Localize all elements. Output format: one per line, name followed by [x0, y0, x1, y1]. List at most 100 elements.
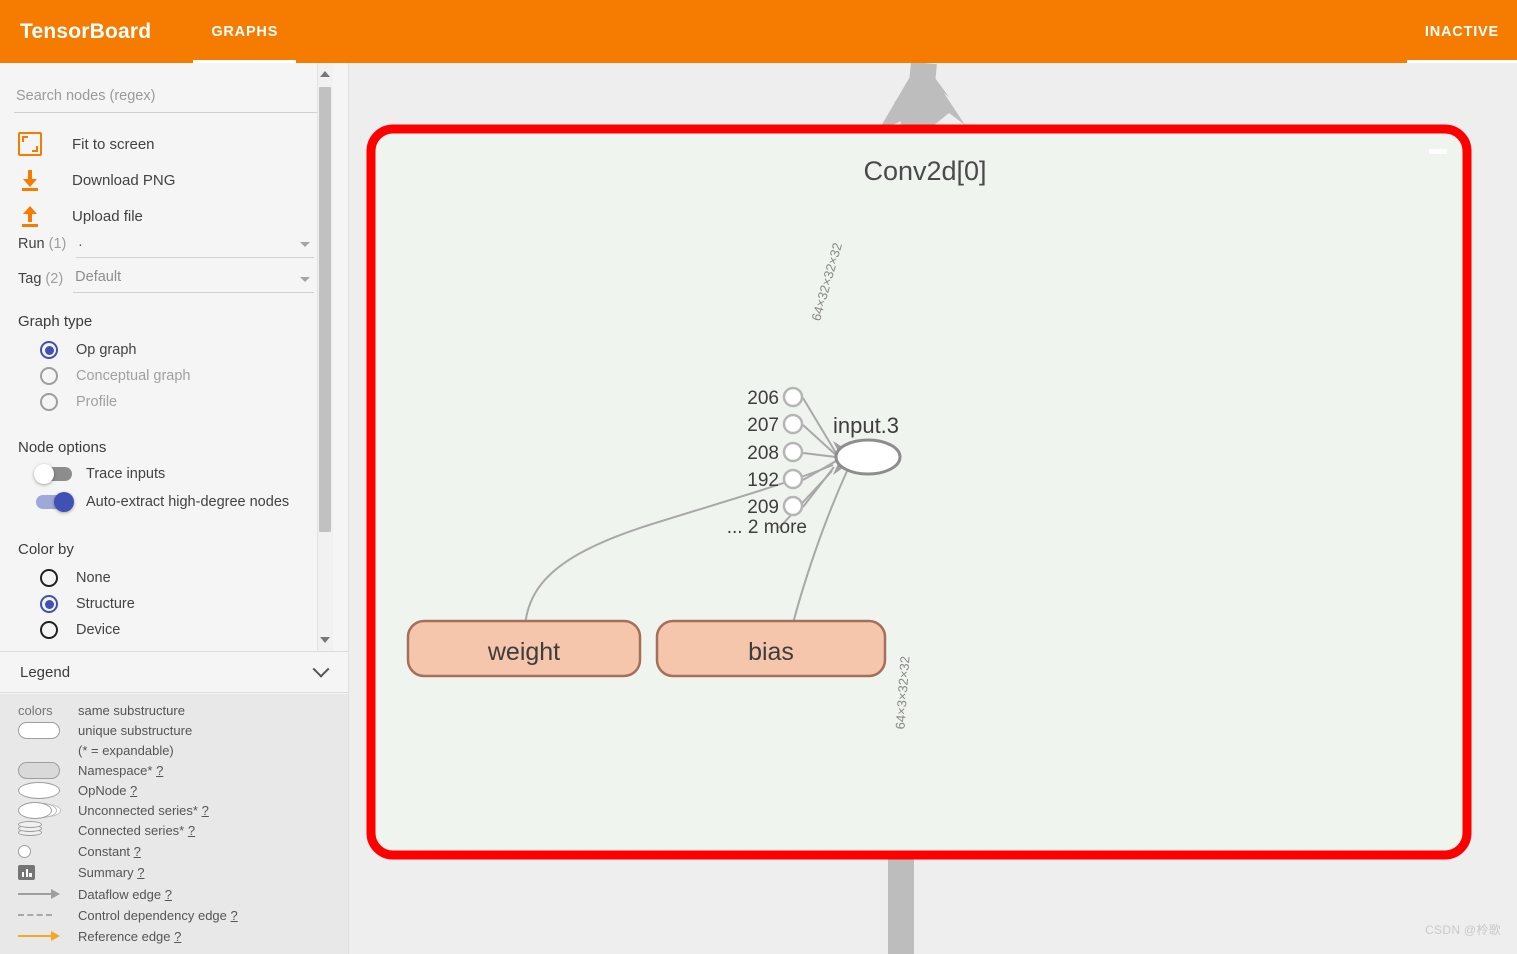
legend-row: OpNode ?: [0, 780, 348, 800]
radio-color-none[interactable]: None: [40, 569, 111, 587]
fit-to-screen-icon: [18, 132, 42, 156]
tag-select-field[interactable]: Default: [73, 268, 314, 293]
sidebar-scroll-region: Fit to screen Download PNG Upload file R…: [0, 63, 333, 651]
legend-row: Summary ?: [0, 862, 348, 882]
tag-select-row[interactable]: Tag (2) Default: [18, 268, 314, 293]
toggle-trace-inputs-label: Trace inputs: [86, 466, 166, 482]
tab-graphs[interactable]: GRAPHS: [193, 0, 297, 63]
param-node-weight[interactable]: weight: [406, 619, 642, 678]
legend-body: colors same substructure unique substruc…: [0, 694, 348, 954]
radio-color-structure-label: Structure: [76, 596, 135, 612]
legend-label: (* = expandable): [78, 742, 174, 758]
app-header: TensorBoard GRAPHS INACTIVE: [0, 0, 1517, 63]
toggle-auto-extract-label: Auto-extract high-degree nodes: [86, 494, 290, 510]
run-select-row[interactable]: Run (1) .: [18, 233, 314, 258]
radio-op-graph[interactable]: Op graph: [40, 341, 136, 359]
chevron-down-icon: [300, 242, 310, 247]
legend-label: Summary ?: [78, 864, 145, 880]
help-link[interactable]: ?: [156, 763, 163, 778]
legend-row: Constant ?: [0, 841, 348, 861]
toggle-switch: [36, 492, 74, 512]
toggle-auto-extract[interactable]: Auto-extract high-degree nodes: [36, 492, 290, 512]
help-link[interactable]: ?: [137, 865, 144, 880]
sidebar-scrollbar[interactable]: [317, 63, 333, 651]
tab-inactive[interactable]: INACTIVE: [1406, 0, 1517, 63]
radio-conceptual-graph-label: Conceptual graph: [76, 368, 191, 384]
radio-color-structure[interactable]: Structure: [40, 595, 135, 613]
nav-right: INACTIVE: [1406, 0, 1517, 63]
constant-node-circle[interactable]: [782, 386, 804, 408]
reference-edge-swatch: [18, 927, 60, 945]
help-link[interactable]: ?: [202, 803, 209, 818]
chevron-down-icon[interactable]: [312, 660, 330, 678]
run-select-field[interactable]: .: [76, 233, 314, 258]
radio-icon: [40, 621, 58, 639]
legend-label: OpNode ?: [78, 782, 138, 798]
scroll-up-arrow-icon[interactable]: [320, 71, 330, 77]
legend-label: Connected series* ?: [78, 822, 196, 838]
constant-label-208: 208: [747, 443, 779, 464]
upload-file-button[interactable]: Upload file: [18, 201, 308, 231]
help-link[interactable]: ?: [165, 887, 172, 902]
constant-label-207: 207: [747, 415, 779, 436]
watermark: CSDN @柃歌: [1425, 923, 1501, 937]
legend-row: colors same substructure: [0, 700, 348, 720]
radio-conceptual-graph[interactable]: Conceptual graph: [40, 367, 190, 385]
graph-svg[interactable]: Conv2d[0] 64×32×32×32 64×3×32×32 206 207…: [349, 63, 1517, 954]
minus-icon[interactable]: [1429, 149, 1447, 154]
search-field-wrapper: [14, 87, 318, 113]
constant-node-circle[interactable]: [782, 468, 804, 490]
unique-substructure-swatch: [18, 721, 60, 739]
radio-color-device[interactable]: Device: [40, 621, 120, 639]
group-title: Conv2d[0]: [863, 156, 986, 186]
legend-label: Constant ?: [78, 843, 141, 859]
brand-title: TensorBoard: [20, 19, 152, 43]
param-node-bias[interactable]: bias: [655, 619, 887, 678]
constant-label-192: 192: [747, 470, 779, 491]
opnode-swatch: [18, 781, 60, 799]
toggle-trace-inputs[interactable]: Trace inputs: [34, 464, 166, 484]
radio-profile-label: Profile: [76, 394, 118, 410]
legend-colors-label: colors: [18, 702, 53, 718]
legend-label: same substructure: [78, 702, 185, 718]
constant-node-circle[interactable]: [782, 495, 804, 517]
chevron-down-icon: [300, 277, 310, 282]
constant-node-circle[interactable]: [782, 441, 804, 463]
search-input[interactable]: [14, 88, 318, 113]
help-link[interactable]: ?: [130, 783, 137, 798]
scroll-down-arrow-icon[interactable]: [320, 637, 330, 643]
upload-file-label: Upload file: [72, 207, 143, 225]
help-link[interactable]: ?: [231, 908, 238, 923]
op-node-input3[interactable]: [834, 438, 902, 476]
help-link[interactable]: ?: [134, 844, 141, 859]
radio-icon: [40, 341, 58, 359]
legend-row: Control dependency edge ?: [0, 905, 348, 925]
param-node-bias-label: bias: [748, 638, 794, 666]
fit-to-screen-button[interactable]: Fit to screen: [18, 129, 308, 159]
help-link[interactable]: ?: [174, 929, 181, 944]
download-png-button[interactable]: Download PNG: [18, 165, 308, 195]
tag-label: Tag (2): [18, 271, 64, 287]
radio-color-device-label: Device: [76, 622, 121, 638]
run-label: Run (1): [18, 236, 67, 252]
legend-row: Dataflow edge ?: [0, 884, 348, 904]
radio-icon: [40, 595, 58, 613]
download-icon: [18, 168, 42, 192]
connected-series-swatch: [18, 821, 60, 839]
legend-row: Unconnected series* ?: [0, 800, 348, 820]
legend-label: Dataflow edge ?: [78, 886, 172, 902]
radio-op-graph-label: Op graph: [76, 342, 137, 358]
help-link[interactable]: ?: [188, 823, 195, 838]
download-png-label: Download PNG: [72, 171, 176, 189]
legend-row: unique substructure: [0, 720, 348, 740]
dataflow-edge-swatch: [18, 885, 60, 903]
unconnected-series-swatch: [18, 801, 61, 819]
radio-profile[interactable]: Profile: [40, 393, 117, 411]
legend-header[interactable]: Legend: [0, 651, 348, 693]
constant-node-circle[interactable]: [782, 413, 804, 435]
legend-label: Control dependency edge ?: [78, 907, 238, 923]
legend-label: unique substructure: [78, 722, 193, 738]
graph-canvas[interactable]: Conv2d[0] 64×32×32×32 64×3×32×32 206 207…: [349, 63, 1517, 954]
constants-more-label[interactable]: ... 2 more: [727, 517, 807, 538]
scrollbar-thumb[interactable]: [319, 87, 331, 532]
